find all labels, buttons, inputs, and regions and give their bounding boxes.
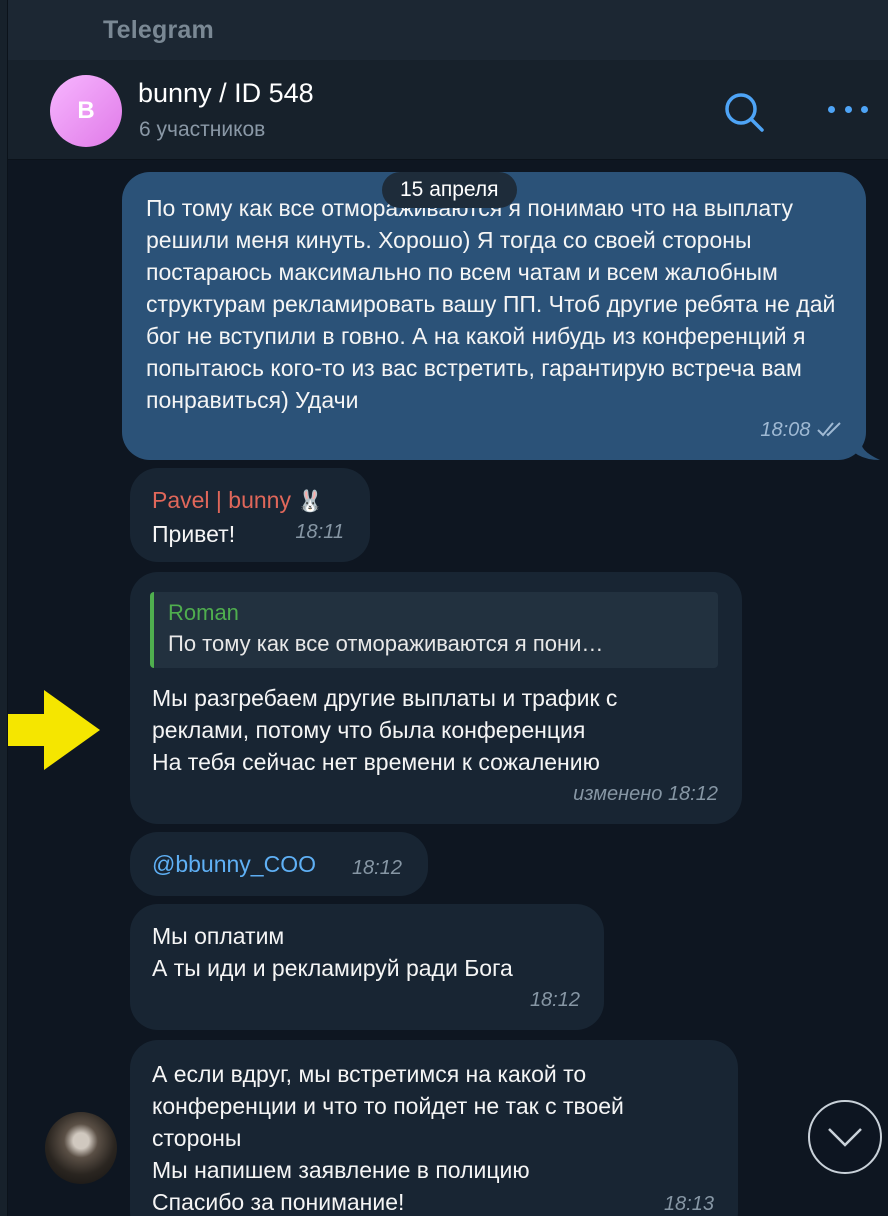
- message-bubble-outgoing[interactable]: По тому как все отмораживаются я понимаю…: [122, 172, 866, 460]
- chat-member-count: 6 участников: [139, 118, 266, 141]
- message-list[interactable]: По тому как все отмораживаются я понимаю…: [8, 160, 888, 1216]
- message-time: 18:12: [529, 989, 580, 1011]
- message-text: По тому как все отмораживаются я понимаю…: [146, 195, 836, 413]
- chat-avatar[interactable]: B: [50, 75, 122, 147]
- bunny-emoji-icon: 🐰: [297, 490, 324, 513]
- window-titlebar: Telegram: [0, 0, 888, 60]
- sender-name: Pavel | bunny 🐰: [152, 487, 324, 513]
- reply-quote[interactable]: Roman По тому как все отмораживаются я п…: [150, 592, 718, 668]
- message-text: Мы разгребаем другие выплаты и трафик с …: [152, 685, 618, 775]
- search-icon[interactable]: [722, 90, 766, 134]
- sender-avatar[interactable]: [45, 1112, 117, 1184]
- message-bubble-incoming[interactable]: Roman По тому как все отмораживаются я п…: [130, 572, 742, 824]
- message-bubble-incoming[interactable]: Pavel | bunny 🐰 Привет! 18:11: [130, 468, 370, 562]
- message-text: Мы оплатим А ты иди и рекламируй ради Бо…: [152, 923, 513, 981]
- message-text: А если вдруг, мы встретимся на какой то …: [152, 1061, 624, 1215]
- message-bubble-incoming[interactable]: @bbunny_COO 18:12: [130, 832, 428, 896]
- message-time: 18:12: [351, 857, 402, 879]
- chat-avatar-letter: B: [77, 97, 95, 124]
- message-time: изменено 18:12: [573, 783, 718, 805]
- message-time: 18:11: [295, 521, 344, 543]
- message-time: 18:13: [663, 1193, 714, 1215]
- date-separator: 15 апреля: [382, 172, 517, 208]
- sidebar-edge: [0, 0, 8, 1216]
- app-title: Telegram: [103, 16, 214, 44]
- chat-header[interactable]: B bunny / ID 548 6 участников: [8, 60, 888, 160]
- chevron-down-icon[interactable]: [808, 1100, 882, 1174]
- message-time: 18:08: [760, 414, 846, 446]
- annotation-arrow: [8, 690, 100, 770]
- more-icon[interactable]: [828, 94, 868, 124]
- read-receipt-icon: [817, 422, 841, 437]
- reply-author: Roman: [168, 600, 239, 625]
- bubble-tail: [844, 440, 880, 460]
- message-bubble-incoming[interactable]: Мы оплатим А ты иди и рекламируй ради Бо…: [130, 904, 604, 1030]
- chat-title[interactable]: bunny / ID 548: [138, 78, 314, 109]
- reply-preview: По тому как все отмораживаются я пони…: [168, 631, 604, 656]
- user-mention-link[interactable]: @bbunny_COO: [152, 851, 316, 877]
- message-bubble-incoming[interactable]: А если вдруг, мы встретимся на какой то …: [130, 1040, 738, 1216]
